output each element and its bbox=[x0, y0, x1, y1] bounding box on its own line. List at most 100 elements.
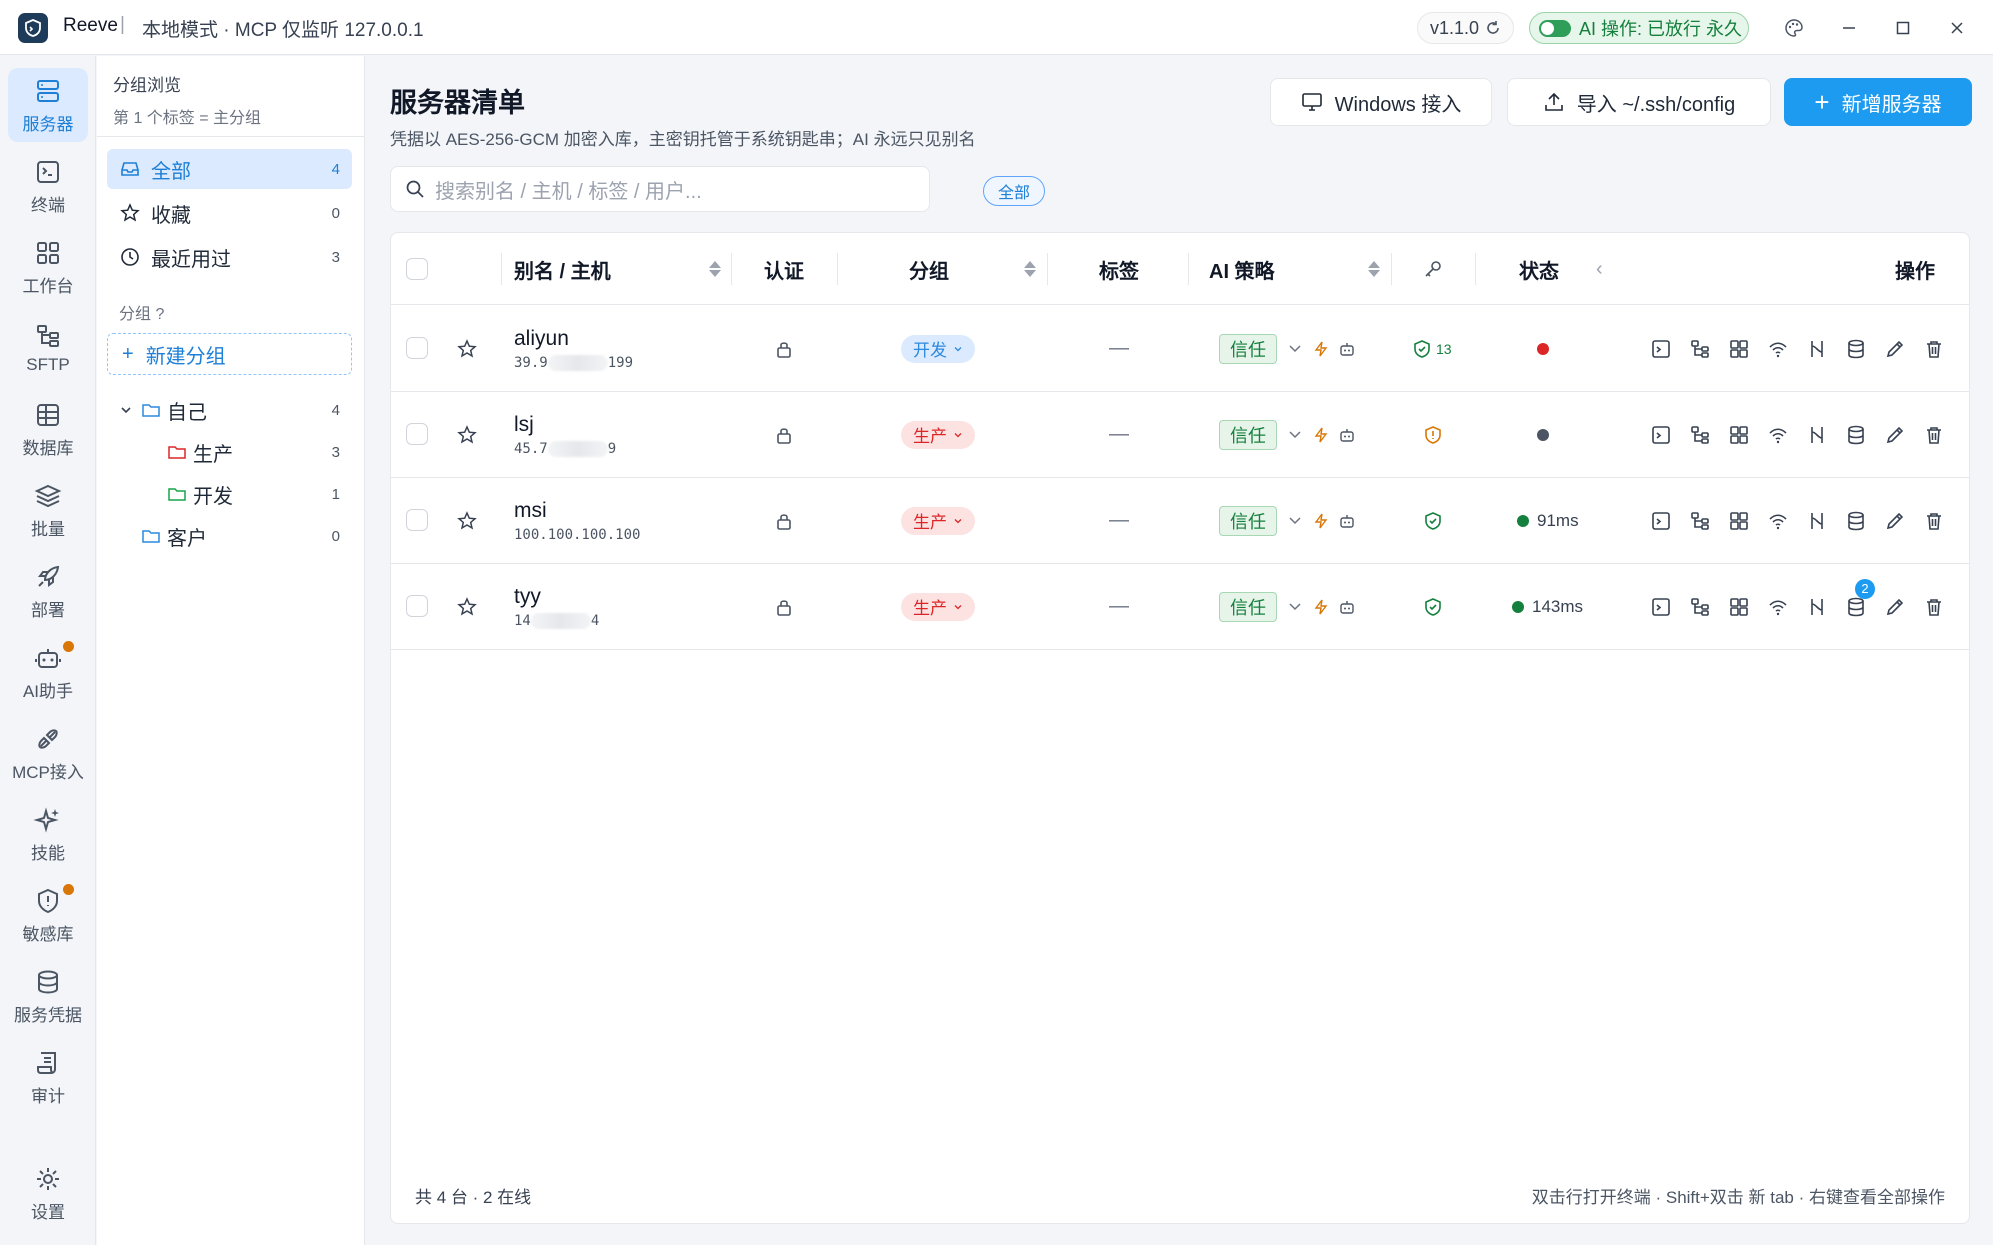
nav-skills[interactable]: 技能 bbox=[8, 797, 88, 871]
sort-policy-icon[interactable] bbox=[1360, 233, 1380, 305]
filter-favorites[interactable]: 收藏 0 bbox=[107, 193, 352, 233]
port-forward-button[interactable] bbox=[1797, 421, 1836, 449]
nav-sftp[interactable]: SFTP bbox=[8, 311, 88, 385]
trash-button[interactable] bbox=[1914, 421, 1953, 449]
maximize-icon[interactable] bbox=[1889, 14, 1917, 42]
minimize-icon[interactable] bbox=[1835, 14, 1863, 42]
sort-status-icon[interactable]: ‹ bbox=[1596, 233, 1603, 305]
row-checkbox[interactable] bbox=[406, 337, 428, 359]
chevron-down-icon[interactable] bbox=[1287, 427, 1303, 443]
port-forward-button[interactable] bbox=[1797, 507, 1836, 535]
sort-group-icon[interactable] bbox=[1016, 233, 1036, 305]
wifi-button[interactable] bbox=[1758, 507, 1797, 535]
terminal-button[interactable] bbox=[1641, 593, 1680, 621]
nav-servers[interactable]: 服务器 bbox=[8, 68, 88, 142]
edit-button[interactable] bbox=[1875, 507, 1914, 535]
favorite-button[interactable] bbox=[456, 391, 478, 478]
grid-button[interactable] bbox=[1719, 335, 1758, 363]
bot-icon[interactable] bbox=[1339, 599, 1355, 615]
lightning-icon[interactable] bbox=[1313, 341, 1329, 357]
table-row[interactable]: aliyun 39.9 199 开发 — 信任 13 bbox=[391, 305, 1969, 392]
nav-batch[interactable]: 批量 bbox=[8, 473, 88, 547]
security-status[interactable] bbox=[1423, 391, 1443, 478]
chevron-down-icon[interactable] bbox=[1287, 513, 1303, 529]
palette-icon[interactable] bbox=[1780, 14, 1808, 42]
security-status[interactable] bbox=[1423, 563, 1443, 650]
nav-workbench[interactable]: 工作台 bbox=[8, 230, 88, 304]
wifi-button[interactable] bbox=[1758, 593, 1797, 621]
group-tag[interactable]: 生产 bbox=[901, 592, 975, 621]
windows-connect-button[interactable]: Windows 接入 bbox=[1270, 78, 1492, 126]
bot-icon[interactable] bbox=[1339, 427, 1355, 443]
database-button[interactable] bbox=[1836, 421, 1875, 449]
terminal-button[interactable] bbox=[1641, 421, 1680, 449]
database-button[interactable]: 2 bbox=[1836, 578, 1875, 621]
row-checkbox[interactable] bbox=[406, 595, 428, 617]
wifi-button[interactable] bbox=[1758, 421, 1797, 449]
favorite-button[interactable] bbox=[456, 305, 478, 392]
nav-sensitive[interactable]: 敏感库 bbox=[8, 878, 88, 952]
nav-database[interactable]: 数据库 bbox=[8, 392, 88, 466]
chevron-down-icon[interactable] bbox=[1287, 599, 1303, 615]
port-forward-button[interactable] bbox=[1797, 335, 1836, 363]
terminal-button[interactable] bbox=[1641, 335, 1680, 363]
import-ssh-config-button[interactable]: 导入 ~/.ssh/config bbox=[1507, 78, 1771, 126]
database-button[interactable] bbox=[1836, 507, 1875, 535]
nav-audit[interactable]: 审计 bbox=[8, 1040, 88, 1114]
close-icon[interactable] bbox=[1943, 14, 1971, 42]
nav-settings[interactable]: 设置 bbox=[8, 1156, 88, 1230]
database-button[interactable] bbox=[1836, 335, 1875, 363]
ai-policy-select[interactable]: 信任 bbox=[1219, 333, 1277, 364]
favorite-button[interactable] bbox=[456, 563, 478, 650]
filter-recent[interactable]: 最近用过 3 bbox=[107, 237, 352, 277]
col-ai-policy[interactable]: AI 策略 bbox=[1209, 233, 1275, 305]
wifi-button[interactable] bbox=[1758, 335, 1797, 363]
terminal-button[interactable] bbox=[1641, 507, 1680, 535]
col-group[interactable]: 分组 bbox=[909, 233, 949, 305]
grid-button[interactable] bbox=[1719, 421, 1758, 449]
trash-button[interactable] bbox=[1914, 335, 1953, 363]
sftp-button[interactable] bbox=[1680, 421, 1719, 449]
nav-mcp[interactable]: MCP接入 bbox=[8, 716, 88, 790]
toggle-switch[interactable] bbox=[1539, 19, 1571, 37]
search-input[interactable]: 搜索别名 / 主机 / 标签 / 用户... bbox=[390, 166, 930, 212]
group-tag[interactable]: 开发 bbox=[901, 334, 975, 363]
add-server-button[interactable]: + 新增服务器 bbox=[1784, 78, 1972, 126]
filter-all[interactable]: 全部 4 bbox=[107, 149, 352, 189]
ai-permission-toggle[interactable]: AI 操作: 已放行 永久 bbox=[1529, 12, 1749, 44]
chevron-down-icon[interactable] bbox=[1287, 341, 1303, 357]
select-all-checkbox[interactable] bbox=[406, 258, 428, 280]
group-tag[interactable]: 生产 bbox=[901, 506, 975, 535]
edit-button[interactable] bbox=[1875, 335, 1914, 363]
nav-ai-assistant[interactable]: AI助手 bbox=[8, 635, 88, 709]
sftp-button[interactable] bbox=[1680, 593, 1719, 621]
group-clients[interactable]: 客户 0 bbox=[107, 516, 352, 556]
table-row[interactable]: tyy 14 4 生产 — 信任 143ms 2 bbox=[391, 563, 1969, 650]
lightning-icon[interactable] bbox=[1313, 599, 1329, 615]
col-status[interactable]: 状态 bbox=[1519, 233, 1559, 305]
ai-policy-select[interactable]: 信任 bbox=[1219, 505, 1277, 536]
trash-button[interactable] bbox=[1914, 507, 1953, 535]
sftp-button[interactable] bbox=[1680, 507, 1719, 535]
bot-icon[interactable] bbox=[1339, 341, 1355, 357]
group-production[interactable]: 生产 3 bbox=[107, 432, 352, 472]
bot-icon[interactable] bbox=[1339, 513, 1355, 529]
row-checkbox[interactable] bbox=[406, 509, 428, 531]
table-row[interactable]: msi 100.100.100.100 生产 — 信任 91ms bbox=[391, 477, 1969, 564]
nav-deploy[interactable]: 部署 bbox=[8, 554, 88, 628]
sftp-button[interactable] bbox=[1680, 335, 1719, 363]
version-button[interactable]: v1.1.0 bbox=[1417, 12, 1514, 44]
row-checkbox[interactable] bbox=[406, 423, 428, 445]
lightning-icon[interactable] bbox=[1313, 513, 1329, 529]
group-development[interactable]: 开发 1 bbox=[107, 474, 352, 514]
port-forward-button[interactable] bbox=[1797, 593, 1836, 621]
group-tag[interactable]: 生产 bbox=[901, 420, 975, 449]
group-self[interactable]: 自己 4 bbox=[107, 390, 352, 430]
filter-all-pill[interactable]: 全部 bbox=[983, 176, 1045, 206]
favorite-button[interactable] bbox=[456, 477, 478, 564]
ai-policy-select[interactable]: 信任 bbox=[1219, 591, 1277, 622]
sort-alias-icon[interactable] bbox=[701, 233, 721, 305]
grid-button[interactable] bbox=[1719, 593, 1758, 621]
new-group-button[interactable]: + 新建分组 bbox=[107, 333, 352, 375]
edit-button[interactable] bbox=[1875, 593, 1914, 621]
